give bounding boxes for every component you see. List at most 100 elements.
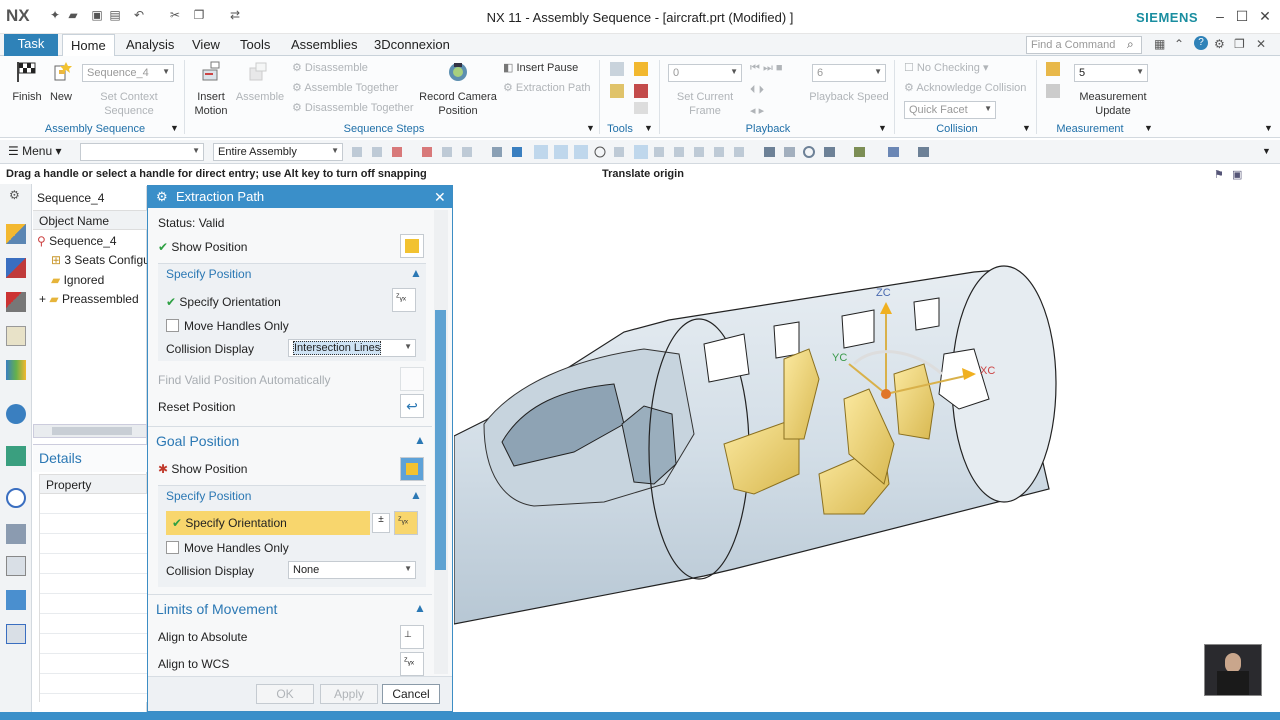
specify-orientation-button[interactable]: ᶻᵧₓ [392, 288, 416, 312]
group-measurement[interactable]: Measurement [1052, 123, 1128, 135]
acknowledge-collision-button[interactable]: ⚙ Acknowledge Collision [904, 81, 1026, 95]
collapse-icon[interactable]: ▲ [414, 433, 426, 447]
frame-select[interactable]: 0 ▼ [668, 64, 742, 82]
playback-direction-controls[interactable]: ◂ ▸ [750, 104, 764, 117]
goal-show-position-button[interactable] [400, 457, 424, 481]
graphics-window[interactable]: ZC YC XC [454, 184, 1280, 712]
quick-facet-select[interactable]: Quick Facet ▼ [904, 101, 996, 119]
ribbon-options-icon[interactable]: ▼ [1264, 123, 1273, 133]
find-command-input[interactable]: Find a Command [1026, 36, 1142, 54]
playback-speed-select[interactable]: 6 ▼ [812, 64, 886, 82]
maximize-icon[interactable]: ☐ [1233, 7, 1251, 25]
tree-item-sequence[interactable]: ⚲ Sequence_4 [37, 234, 117, 248]
record-camera-position-button[interactable] [446, 60, 470, 87]
playback-controls[interactable]: ⏮ ⏭ ■ [750, 62, 783, 75]
details-panel-header[interactable]: Details [33, 444, 147, 472]
goal-move-handles-only-checkbox[interactable] [166, 541, 179, 554]
cancel-button[interactable]: Cancel [382, 684, 440, 704]
tool-icon-1[interactable] [610, 62, 624, 76]
measurement-icon[interactable] [1046, 62, 1060, 76]
doc-minimize-icon[interactable]: ⚙ [1214, 37, 1225, 51]
help-icon[interactable]: ? [1194, 36, 1208, 50]
snap-toolbar[interactable] [350, 144, 750, 160]
view-toolbar[interactable] [762, 144, 972, 160]
pin-icon[interactable]: ⚑ [1214, 168, 1224, 181]
goal-position-header[interactable]: Goal Position [156, 433, 239, 449]
tree-item-seats[interactable]: ⊞ 3 Seats Configu [51, 253, 150, 267]
doc-restore-icon[interactable]: ❐ [1234, 37, 1245, 51]
sequence-navigator-icon[interactable] [6, 326, 26, 346]
assemble-button[interactable] [246, 60, 270, 87]
selection-scope-select[interactable]: Entire Assembly ▼ [213, 143, 343, 161]
disassemble-together-button[interactable]: ⚙ Disassemble Together [292, 101, 414, 115]
tool-icon-2[interactable] [634, 62, 648, 76]
info-icon[interactable] [6, 404, 26, 424]
group-sequence-steps[interactable]: Sequence Steps [300, 123, 468, 135]
roles-icon[interactable] [6, 590, 26, 610]
limits-of-movement-header[interactable]: Limits of Movement [156, 601, 277, 617]
system-materials-icon[interactable] [6, 524, 26, 544]
horizontal-scrollbar[interactable] [33, 424, 147, 438]
show-position-row[interactable]: ✔ Show Position [158, 240, 247, 254]
reset-position-button[interactable]: ↩ [400, 394, 424, 418]
aircraft-model[interactable]: ZC YC XC [454, 184, 1280, 712]
gear-icon[interactable]: ⚙ [156, 186, 168, 208]
no-checking-dropdown[interactable]: ☐ No Checking ▾ [904, 61, 988, 75]
tab-tools[interactable]: Tools [240, 34, 270, 56]
menu-button[interactable]: ☰ Menu ▾ [8, 144, 62, 158]
group-sequence-steps-chevron-icon[interactable]: ▼ [586, 123, 595, 133]
tab-3dconnexion[interactable]: 3Dconnexion [374, 34, 450, 56]
group-collision[interactable]: Collision [930, 123, 984, 135]
goal-show-position-row[interactable]: ✱ Show Position [158, 462, 247, 476]
group-playback-chevron-icon[interactable]: ▼ [878, 123, 887, 133]
collapse-ribbon-icon[interactable]: ⌃ [1174, 37, 1184, 51]
restore-icon[interactable]: ▣ [1232, 168, 1242, 181]
tab-analysis[interactable]: Analysis [126, 34, 174, 56]
reuse-library-icon[interactable] [6, 360, 26, 380]
group-playback[interactable]: Playback [730, 123, 806, 135]
tab-view[interactable]: View [192, 34, 220, 56]
extraction-path-button[interactable]: ⚙ Extraction Path [503, 81, 591, 95]
goal-specify-position-header[interactable]: Specify Position [166, 489, 251, 503]
measurement-icon-2[interactable] [1046, 84, 1060, 98]
column-header-property[interactable]: Property [39, 474, 147, 494]
group-assembly-sequence[interactable]: Assembly Sequence [20, 123, 170, 135]
show-position-button[interactable] [400, 234, 424, 258]
toolbar-options-icon[interactable]: ▼ [1262, 146, 1271, 156]
finish-button[interactable] [14, 60, 38, 87]
group-tools-chevron-icon[interactable]: ▼ [644, 123, 653, 133]
add-orientation-button[interactable]: ± [372, 513, 390, 533]
goal-specify-orientation-row[interactable]: ✔ Specify Orientation [166, 511, 370, 535]
playback-step-controls[interactable]: ⏴ ⏵ [750, 84, 764, 97]
find-valid-position-button[interactable] [400, 367, 424, 391]
ok-button[interactable]: OK [256, 684, 314, 704]
collapse-icon[interactable]: ▲ [410, 488, 422, 502]
tool-icon-3[interactable] [610, 84, 624, 98]
insert-motion-button[interactable] [199, 60, 223, 87]
tool-icon-4[interactable] [634, 84, 648, 98]
web-browser-icon[interactable] [6, 446, 26, 466]
close-icon[interactable]: ✕ [1256, 7, 1274, 25]
collapse-icon[interactable]: ▲ [410, 266, 422, 280]
constraint-navigator-icon[interactable] [6, 258, 26, 278]
part-navigator-icon[interactable] [6, 292, 26, 312]
tab-task[interactable]: Task [4, 34, 58, 56]
group-collision-chevron-icon[interactable]: ▼ [1022, 123, 1031, 133]
collapse-icon[interactable]: ▲ [414, 601, 426, 615]
close-icon[interactable]: ✕ [434, 186, 446, 208]
set-context-sequence-button[interactable]: Set Context Sequence [86, 90, 172, 118]
new-sequence-button[interactable] [50, 60, 74, 87]
assembly-navigator-icon[interactable] [6, 224, 26, 244]
tool-icon-5[interactable] [634, 102, 648, 114]
tab-assemblies[interactable]: Assemblies [291, 34, 357, 56]
collision-display-select[interactable]: Intersection Lines ▼ [288, 339, 416, 357]
minimize-icon[interactable]: – [1211, 7, 1229, 25]
group-assembly-sequence-chevron-icon[interactable]: ▼ [170, 123, 179, 133]
align-absolute-button[interactable]: ⊥ [400, 625, 424, 649]
gear-icon[interactable]: ⚙ [9, 188, 20, 202]
reports-icon[interactable] [6, 624, 26, 644]
apply-button[interactable]: Apply [320, 684, 378, 704]
specify-orientation-row[interactable]: ✔ Specify Orientation [166, 295, 281, 309]
specify-position-header[interactable]: Specify Position [166, 267, 251, 281]
layout-icon[interactable]: ▦ [1154, 37, 1165, 51]
